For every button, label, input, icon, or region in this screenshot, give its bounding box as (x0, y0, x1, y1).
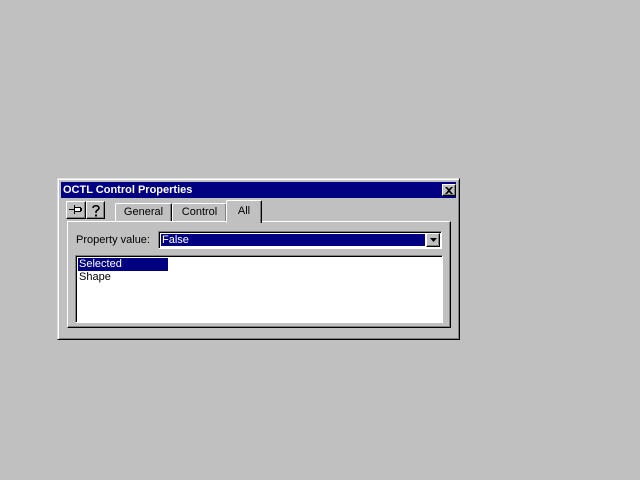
dropdown-button[interactable] (426, 233, 440, 247)
window-title: OCTL Control Properties (63, 184, 193, 196)
help-button[interactable] (86, 201, 105, 219)
properties-dialog: OCTL Control Properties General Control … (57, 178, 460, 340)
help-icon (91, 204, 100, 216)
list-item-shape[interactable]: Shape (78, 271, 111, 284)
close-button[interactable] (442, 184, 456, 196)
property-value-dropdown[interactable]: False (158, 231, 442, 249)
chevron-down-icon (429, 238, 437, 242)
property-value-selected: False (161, 234, 425, 246)
pin-button[interactable] (66, 201, 86, 219)
property-list[interactable]: Selected Shape (75, 255, 443, 323)
property-value-label: Property value: (76, 234, 150, 246)
tab-control[interactable]: Control (172, 203, 227, 222)
tab-all[interactable]: All (226, 200, 262, 223)
pushpin-icon (69, 205, 82, 214)
title-bar[interactable]: OCTL Control Properties (61, 182, 456, 198)
close-icon (445, 186, 453, 194)
list-item-selected[interactable]: Selected (78, 258, 168, 271)
tab-general[interactable]: General (115, 203, 172, 222)
